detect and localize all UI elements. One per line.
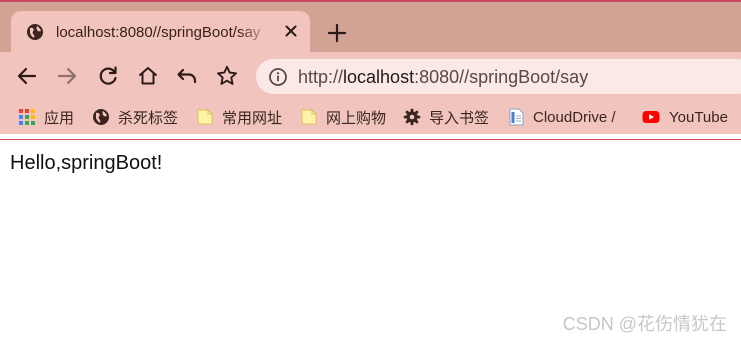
bookmark-import[interactable]: 导入书签 — [403, 107, 489, 127]
url-scheme: http:// — [298, 67, 344, 87]
bookmark-folder-shopping[interactable]: 网上购物 — [300, 107, 386, 127]
apps-grid-icon — [19, 109, 35, 125]
bookmark-apps[interactable]: 应用 — [18, 107, 74, 127]
back-arrow-icon[interactable] — [15, 64, 39, 88]
bookmarks-bar: 应用 杀死标签 常用网址 网上购物 导入书签 CloudDrive / YouT… — [0, 100, 741, 134]
bookmark-youtube[interactable]: YouTube — [641, 107, 728, 127]
home-icon[interactable] — [136, 64, 160, 88]
folder-icon — [197, 109, 213, 125]
bookmark-folder-common[interactable]: 常用网址 — [196, 107, 282, 127]
url-path: :8080//springBoot/say — [414, 67, 589, 87]
star-icon[interactable] — [215, 64, 239, 88]
info-icon[interactable] — [268, 67, 288, 87]
bookmark-label: 导入书签 — [429, 109, 490, 127]
document-icon — [509, 108, 524, 126]
forward-arrow-icon[interactable] — [55, 64, 79, 88]
bookmark-label: 应用 — [44, 109, 75, 127]
csdn-watermark: CSDN @花伤情犹在 — [562, 314, 727, 334]
bookmark-label: CloudDrive / — [533, 108, 616, 126]
tab-title: localhost:8080//springBoot/say — [56, 24, 261, 41]
folder-icon — [301, 109, 317, 125]
toolbar-divider — [0, 139, 741, 140]
bookmark-clouddrive[interactable]: CloudDrive / — [507, 107, 616, 127]
bookmark-label: YouTube — [669, 108, 728, 126]
tab-strip: localhost:8080//springBoot/say — [0, 2, 741, 54]
tab-active[interactable]: localhost:8080//springBoot/say — [11, 11, 310, 54]
bookmark-label: 网上购物 — [326, 109, 387, 127]
bookmark-label: 常用网址 — [222, 109, 283, 127]
reload-icon[interactable] — [96, 64, 120, 88]
bookmark-kill-tabs[interactable]: 杀死标签 — [92, 107, 178, 127]
gear-icon — [403, 108, 421, 126]
globe-icon — [27, 24, 43, 40]
address-bar[interactable]: http://localhost:8080//springBoot/say — [256, 59, 741, 94]
bookmark-label: 杀死标签 — [118, 109, 179, 127]
youtube-icon — [642, 111, 660, 123]
page-body-text: Hello,springBoot! — [10, 152, 163, 174]
globe-icon — [93, 109, 109, 125]
browser-toolbar: http://localhost:8080//springBoot/say — [0, 52, 741, 100]
url-host: localhost — [343, 67, 415, 87]
new-tab-icon[interactable] — [326, 22, 348, 44]
close-icon[interactable] — [282, 22, 300, 40]
undo-icon[interactable] — [175, 64, 199, 88]
url-text: http://localhost:8080//springBoot/say — [298, 67, 588, 88]
